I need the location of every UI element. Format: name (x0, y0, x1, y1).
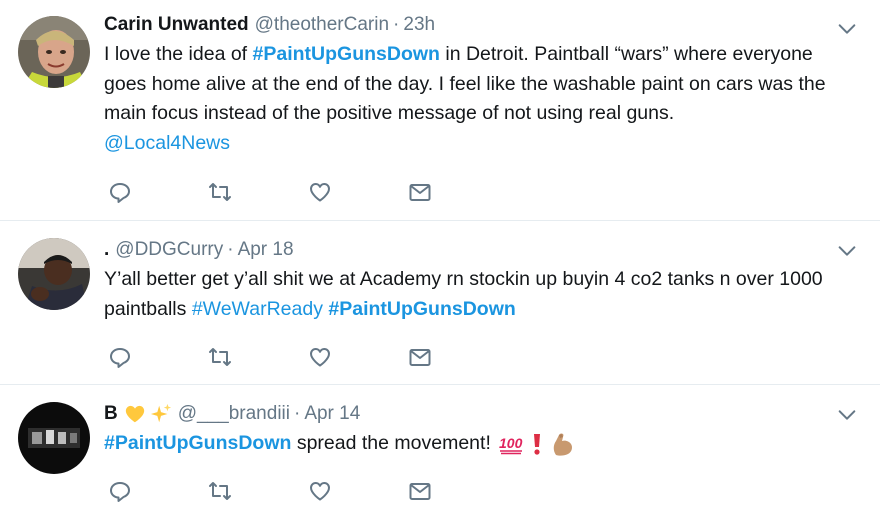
tweet-text: Y’all better get y’all shit we at Academ… (104, 265, 850, 324)
flexed-biceps-icon (554, 433, 573, 456)
tweet-header: B @___brandiii · Apr 14 (104, 401, 850, 427)
timestamp[interactable]: 23h (403, 12, 435, 38)
chevron-down-icon[interactable] (836, 18, 858, 40)
sparkles-icon (150, 403, 171, 423)
tweet[interactable]: Carin Unwanted @theotherCarin · 23h I lo… (0, 0, 880, 221)
retweet-button[interactable] (208, 345, 308, 371)
like-button[interactable] (308, 345, 408, 371)
user-name[interactable]: B (104, 401, 118, 427)
hashtag-link[interactable]: #PaintUpGunsDown (328, 298, 515, 320)
user-handle[interactable]: @theotherCarin (255, 12, 389, 38)
name-emojis (124, 403, 172, 425)
tweet[interactable]: B @___brandiii · Apr 14 #PaintUpGunsDown… (0, 385, 880, 524)
tweet-text: #PaintUpGunsDown spread the movement! 10… (104, 429, 850, 459)
avatar[interactable] (18, 238, 90, 310)
like-icon (310, 183, 330, 202)
hashtag-link[interactable]: #PaintUpGunsDown (253, 43, 440, 65)
message-icon (409, 349, 431, 366)
tweet-actions (108, 345, 508, 371)
retweet-button[interactable] (208, 479, 308, 505)
hundred-points-icon: 100 (499, 435, 523, 455)
tweet-actions (108, 180, 508, 206)
exclamation-icon (534, 433, 541, 455)
reply-button[interactable] (108, 345, 208, 371)
svg-text:100: 100 (499, 435, 523, 451)
message-button[interactable] (408, 345, 508, 371)
like-button[interactable] (308, 479, 408, 505)
tweet-header: . @DDGCurry · Apr 18 (104, 237, 850, 263)
user-name[interactable]: Carin Unwanted (104, 12, 249, 38)
retweet-icon (209, 482, 231, 500)
user-handle[interactable]: @DDGCurry (115, 237, 223, 263)
tweet-content: Carin Unwanted @theotherCarin · 23h I lo… (104, 12, 850, 158)
tweet-text-segment: spread the movement! (291, 432, 497, 454)
yellow-heart-icon (125, 405, 144, 423)
hashtag-link[interactable]: #PaintUpGunsDown (104, 429, 291, 459)
reply-button[interactable] (108, 180, 208, 206)
tweet-text: I love the idea of #PaintUpGunsDown in D… (104, 40, 850, 158)
tweet-content: . @DDGCurry · Apr 18 Y’all better get y’… (104, 237, 850, 324)
separator-dot: · (393, 14, 400, 35)
tweet[interactable]: . @DDGCurry · Apr 18 Y’all better get y’… (0, 221, 880, 385)
avatar[interactable] (18, 16, 90, 88)
like-icon (310, 482, 330, 501)
separator-dot: · (227, 239, 234, 260)
reply-button[interactable] (108, 479, 208, 505)
tweet-text-segment: I love the idea of (104, 43, 253, 65)
timestamp[interactable]: Apr 14 (304, 401, 360, 427)
retweet-icon (209, 183, 231, 201)
user-handle[interactable]: @___brandiii (178, 401, 290, 427)
mention-link[interactable]: @Local4News (104, 129, 850, 159)
like-icon (310, 348, 330, 367)
chevron-down-icon[interactable] (836, 404, 858, 426)
reply-icon (110, 183, 130, 203)
tweet-header: Carin Unwanted @theotherCarin · 23h (104, 12, 850, 38)
message-button[interactable] (408, 180, 508, 206)
reply-icon (110, 348, 130, 368)
tweet-feed: Carin Unwanted @theotherCarin · 23h I lo… (0, 0, 880, 524)
message-button[interactable] (408, 479, 508, 505)
user-name[interactable]: . (104, 237, 109, 263)
timestamp[interactable]: Apr 18 (238, 237, 294, 263)
message-icon (409, 483, 431, 500)
tweet-content: B @___brandiii · Apr 14 #PaintUpGunsDown… (104, 401, 850, 459)
retweet-button[interactable] (208, 180, 308, 206)
chevron-down-icon[interactable] (836, 240, 858, 262)
tweet-actions (108, 479, 508, 505)
like-button[interactable] (308, 180, 408, 206)
retweet-icon (209, 348, 231, 366)
hashtag-link[interactable]: #WeWarReady (192, 298, 323, 320)
avatar[interactable] (18, 402, 90, 474)
message-icon (409, 184, 431, 201)
separator-dot: · (293, 403, 301, 424)
reply-icon (110, 482, 130, 502)
